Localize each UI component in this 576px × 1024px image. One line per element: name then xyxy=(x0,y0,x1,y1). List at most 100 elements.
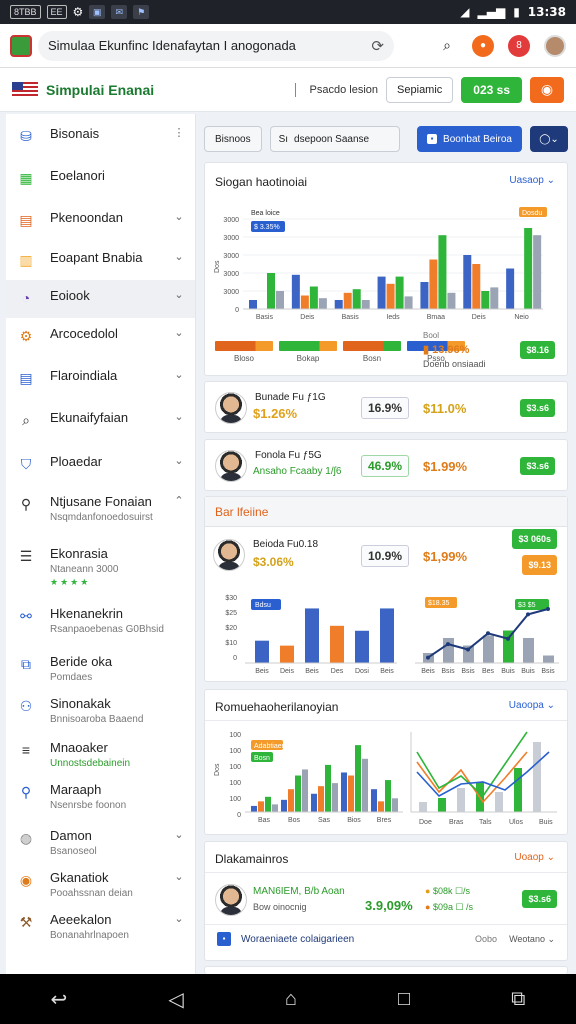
x-tick-label: Dosi xyxy=(355,668,369,675)
chevron-down-icon[interactable]: ⌄ xyxy=(172,828,186,841)
sidebar-item-ekonrasia[interactable]: ☰ Ekonrasia Ntaneann 3000 ★★★★ xyxy=(6,546,195,590)
switch-apps-icon[interactable]: ⧉ xyxy=(511,988,525,1011)
globe-icon: ◍ xyxy=(19,829,33,846)
sidebar-item-sinonakak[interactable]: ⚇ Sinonakak Bnnisoaroba Baaend xyxy=(6,696,195,740)
stat-badge: $8.16 xyxy=(520,341,555,359)
x-tick-label: Bsis xyxy=(461,668,475,675)
line-point xyxy=(466,647,470,652)
bar-mark xyxy=(371,789,377,812)
bar-mark xyxy=(288,789,294,812)
search-icon[interactable]: ⌕ xyxy=(436,35,458,57)
back-arrow-icon[interactable]: ↩ xyxy=(51,987,68,1012)
person-row[interactable]: Fonola Fu ƒ5G Ansaho Fcaaby 1/ʃ6 46.9% $… xyxy=(204,439,568,491)
progress-bar xyxy=(279,341,337,351)
header-green-button[interactable]: 023 ss xyxy=(461,76,522,103)
y-tick-label: 0 xyxy=(233,655,237,662)
bar-mark xyxy=(341,772,347,812)
sidebar-item-pkenoondan[interactable]: ▤ Pkenoondan ⌄ xyxy=(6,210,195,244)
person-row[interactable]: Bunade Fu ƒ1G $1.26% 16.9% $11.0% $3.s6 xyxy=(204,381,568,433)
add-icon: ▪ xyxy=(427,134,438,144)
url-text[interactable]: Simulaa Ekunfinc Idenafaytan I anogonada xyxy=(48,38,363,53)
grouped-bar-chart: 100 100 100 100 100 0 Dos Adabtiaer Bosn Bas Bos Sa… xyxy=(214,732,403,824)
chevron-down-icon[interactable]: ⌄ xyxy=(172,288,186,301)
primary-action-button[interactable]: ▪ Boonbat Beiroa xyxy=(417,126,522,152)
sidebar: ⛁ Bisonais ⋮ ▦ Eoelanori ▤ Pkenoondan ⌄ ▥ Eoapant… xyxy=(6,114,196,974)
sidebar-item-eoapant-bnabia[interactable]: ▥ Eoapant Bnabia ⌄ xyxy=(6,250,195,284)
pin-icon: ⚲ xyxy=(20,495,32,512)
bar-mark xyxy=(490,287,499,309)
y-tick-label: 100 xyxy=(229,796,241,803)
chevron-down-icon[interactable]: ⌄ xyxy=(172,210,186,223)
chevron-down-icon[interactable]: ⌄ xyxy=(172,410,186,423)
x-tick-label: Bras xyxy=(449,819,464,826)
bar-mark xyxy=(362,758,368,812)
bar-mark xyxy=(309,286,318,309)
bar-mark xyxy=(380,608,394,663)
chevron-down-icon[interactable]: ⋮ xyxy=(172,126,186,139)
sidebar-item-ekunaifyfaian[interactable]: ⌕ Ekunaifyfaian ⌄ xyxy=(6,410,195,444)
progress-label: Bloso xyxy=(233,354,254,363)
sidebar-item-aeeekalon[interactable]: ⚒ Aeeekalon Bonanahrlnapoen ⌄ xyxy=(6,912,195,956)
sidebar-item-bisonais[interactable]: ⛁ Bisonais ⋮ xyxy=(6,126,195,160)
sidebar-item-mnaoaker[interactable]: ≡ Mnaoaker Unnostsdebainein xyxy=(6,740,195,784)
chevron-down-icon[interactable]: ⌄ xyxy=(172,454,186,467)
card-dropdown[interactable]: Uoaop ⌄ xyxy=(514,852,555,863)
chevron-down-icon[interactable]: ⌄ xyxy=(172,870,186,883)
chevron-down-icon[interactable]: ⌄ xyxy=(172,250,186,263)
sidebar-item-gkanatiok[interactable]: ◉ Gkanatiok Pooahssnan deian ⌄ xyxy=(6,870,195,914)
bar-mark xyxy=(280,645,294,663)
header-link[interactable]: Psacdo lesion xyxy=(310,84,379,96)
sidebar-item-eoiook[interactable]: ◔ Eoiook ⌄ xyxy=(6,280,195,318)
home-icon[interactable]: ⌂ xyxy=(285,988,297,1011)
x-tick-label: Bos xyxy=(288,817,301,824)
legend-badge-text: $ 3.35% xyxy=(254,224,280,231)
card-dropdown[interactable]: Uaoopa ⌄ xyxy=(509,700,555,711)
extension-icon[interactable]: ● xyxy=(472,34,494,57)
recents-icon[interactable]: □ xyxy=(398,988,410,1011)
avatar-icon[interactable] xyxy=(544,34,566,57)
footer-text[interactable]: Woraeniaete colaigarieen xyxy=(241,934,354,945)
bar-mark xyxy=(352,289,361,309)
card-dropdown[interactable]: Uasaop ⌄ xyxy=(509,175,555,186)
status-chip: EE xyxy=(46,5,67,19)
stat-sublabel: Doenb onsiaadi xyxy=(423,359,486,369)
layers-icon: ⧉ xyxy=(21,655,31,672)
notification-button[interactable]: ◉ xyxy=(530,76,564,103)
y-tick-label: 100 xyxy=(229,764,241,771)
folder-icon: ▥ xyxy=(19,251,33,268)
chevron-down-icon[interactable]: ⌄ xyxy=(172,368,186,381)
search-input[interactable]: Sı dsepoon Saanse xyxy=(269,126,400,152)
sidebar-item-beride-oka[interactable]: ⧉ Beride oka Pomdaes xyxy=(6,654,195,698)
sidebar-item-flaroindiala[interactable]: ▤ Flaroindiala ⌄ xyxy=(6,368,195,402)
value-text: $1,99% xyxy=(423,549,468,564)
address-bar[interactable]: Simulaa Ekunfinc Idenafaytan I anogonada… xyxy=(38,30,394,61)
chevron-down-icon[interactable]: ⌃ xyxy=(172,494,186,507)
row-value: $11.0% xyxy=(423,401,467,416)
y-tick-label: $20 xyxy=(225,625,237,632)
back-icon[interactable]: ◁ xyxy=(168,987,183,1012)
sidebar-item-arcocedolol[interactable]: ⚙ Arcocedolol ⌄ xyxy=(6,326,195,360)
sidebar-item-ntjusane-fonaian[interactable]: ⚲ Ntjusane Fonaian Nsqmdanfonoedosuirst ⌃ xyxy=(6,494,195,538)
footer-dropdown[interactable]: Weotano ⌄ xyxy=(509,934,555,945)
x-tick-label: Buis xyxy=(539,819,553,826)
chevron-down-icon[interactable]: ⌄ xyxy=(172,326,186,339)
x-tick-label: Buis xyxy=(521,668,535,675)
row-sub: Ansaho Fcaaby 1/ʃ6 xyxy=(253,466,342,477)
filter-button[interactable]: Bisnoos xyxy=(204,126,262,152)
search-placeholder: dsepoon Saanse xyxy=(294,133,370,145)
chevron-down-icon[interactable]: ⌄ xyxy=(172,912,186,925)
progress-bar xyxy=(215,341,273,351)
tab-count-icon[interactable]: 8 xyxy=(508,34,530,57)
sidebar-item-maraaph[interactable]: ⚲ Maraaph Nsenrsbe foonon xyxy=(6,782,195,826)
header-outline-button[interactable]: Sepiamic xyxy=(386,76,454,103)
sidebar-item-eoelanori[interactable]: ▦ Eoelanori xyxy=(6,168,195,202)
bar-mark xyxy=(543,655,554,663)
sidebar-item-ploaedar[interactable]: ⛉ Ploaedar ⌄ xyxy=(6,454,195,488)
sidebar-item-damon[interactable]: ◍ Damon Bsanoseol ⌄ xyxy=(6,828,195,872)
next-card xyxy=(204,966,568,974)
gear-icon: ⚙ xyxy=(19,327,33,344)
options-dropdown[interactable]: ◯ ⌄ xyxy=(530,126,568,152)
sidebar-item-hkenanekrin[interactable]: ⚯ Hkenanekrin Rsanpaoebenas G0Bhsid xyxy=(6,606,195,650)
bar-mark xyxy=(318,786,324,812)
reload-icon[interactable]: ⟳ xyxy=(371,37,384,55)
